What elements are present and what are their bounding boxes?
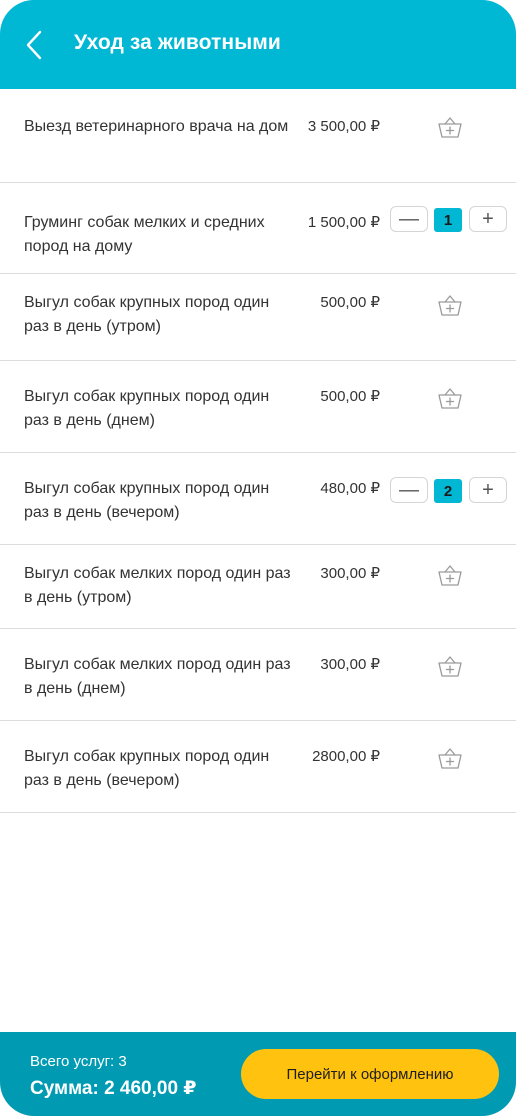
add-to-basket-icon[interactable] [437, 293, 463, 317]
service-price: 2800,00 ₽ [312, 748, 380, 765]
back-button[interactable] [14, 22, 54, 68]
service-row: Выгул собак крупных пород один раз в ден… [0, 274, 516, 361]
service-row: Груминг собак мелких и средних пород на … [0, 183, 516, 274]
quantity-value: 2 [434, 479, 462, 503]
quantity-value: 1 [434, 208, 462, 232]
service-row: Выгул собак крупных пород один раз в ден… [0, 361, 516, 453]
add-to-basket-icon[interactable] [437, 746, 463, 770]
add-to-basket-icon[interactable] [437, 563, 463, 587]
service-row: Выгул собак крупных пород один раз в ден… [0, 721, 516, 813]
service-price: 300,00 ₽ [320, 565, 380, 582]
service-name: Груминг собак мелких и средних пород на … [24, 214, 265, 255]
service-price: 3 500,00 ₽ [307, 118, 380, 135]
service-name: Выгул собак крупных пород один раз в ден… [24, 480, 270, 521]
add-to-basket-icon[interactable] [437, 386, 463, 410]
service-price: 500,00 ₽ [320, 388, 380, 405]
decrease-quantity-button[interactable]: — [390, 206, 428, 232]
footer-bar: Всего услуг: 3 Сумма: 2 460,00 ₽ Перейти… [0, 1032, 516, 1116]
header-bar: Уход за животными [0, 0, 516, 89]
service-name: Выгул собак крупных пород один раз в ден… [24, 388, 270, 429]
service-list: Выезд ветеринарного врача на дом 3 500,00… [0, 89, 516, 813]
service-name: Выгул собак крупных пород один раз в ден… [24, 294, 270, 335]
page-title: Уход за животными [74, 31, 281, 54]
total-services-count: Всего услуг: 3 [30, 1053, 127, 1070]
service-name: Выезд ветеринарного врача на дом [24, 118, 289, 135]
quantity-stepper: —2 + [390, 477, 507, 505]
service-row: Выезд ветеринарного врача на дом 3 500,00… [0, 89, 516, 183]
chevron-left-icon [26, 30, 42, 60]
service-name: Выгул собак мелких пород один раз в день… [24, 656, 291, 697]
service-price: 1 500,00 ₽ [307, 214, 380, 231]
service-row: Выгул собак мелких пород один раз в день… [0, 545, 516, 629]
app-screen: Уход за животными Выезд ветеринарного вр… [0, 0, 516, 1116]
service-price: 480,00 ₽ [320, 480, 380, 497]
increase-quantity-button[interactable]: + [469, 206, 507, 232]
checkout-button[interactable]: Перейти к оформлению [241, 1049, 499, 1099]
quantity-stepper: —1 + [390, 206, 507, 234]
add-to-basket-icon[interactable] [437, 115, 463, 139]
service-name: Выгул собак мелких пород один раз в день… [24, 565, 291, 606]
service-row: Выгул собак мелких пород один раз в день… [0, 629, 516, 721]
service-name: Выгул собак крупных пород один раз в ден… [24, 748, 270, 789]
service-row: Выгул собак крупных пород один раз в ден… [0, 453, 516, 545]
service-price: 500,00 ₽ [320, 294, 380, 311]
total-sum: Сумма: 2 460,00 ₽ [30, 1078, 197, 1099]
service-price: 300,00 ₽ [320, 656, 380, 673]
add-to-basket-icon[interactable] [437, 654, 463, 678]
increase-quantity-button[interactable]: + [469, 477, 507, 503]
decrease-quantity-button[interactable]: — [390, 477, 428, 503]
